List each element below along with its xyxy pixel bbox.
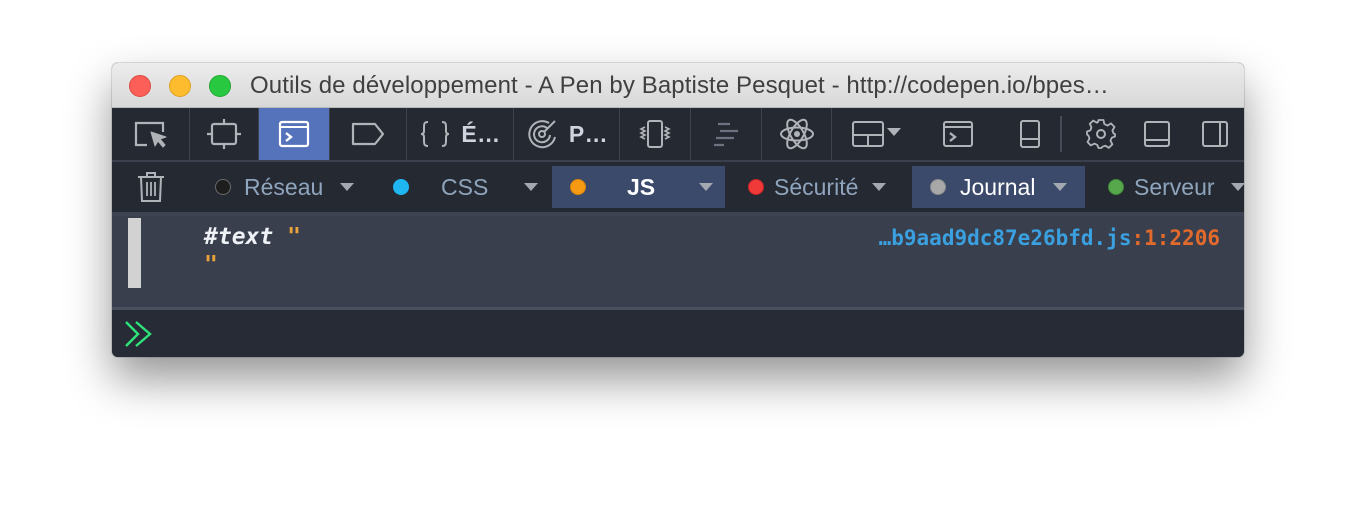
layout-dropdown-button[interactable] [832,108,922,160]
dock-device-button[interactable] [994,108,1066,160]
waterfall-icon [714,122,738,147]
gear-icon [1086,119,1116,149]
debugger-tab[interactable] [330,108,407,160]
braces-icon [421,121,450,147]
serveur-dot-icon [1108,179,1124,195]
dock-side-button[interactable] [1194,108,1236,160]
title-bar: Outils de développement - A Pen by Bapti… [112,63,1244,108]
split-console-icon [943,121,973,147]
devtools-toolbar: É… P… [112,108,1244,162]
window-title: Outils de développement - A Pen by Bapti… [250,72,1109,99]
chevrons-right-icon [125,321,152,347]
console-filter-bar: Réseau CSS JS Sécurité Journal Serveur [112,162,1244,216]
responsive-design-button[interactable] [620,108,691,160]
chevron-down-icon[interactable] [524,183,539,191]
dock-device-icon [1020,120,1040,148]
toolbar-separator [1060,116,1062,152]
chevron-down-icon[interactable] [1053,183,1068,191]
layout-dropdown-icon [852,121,901,147]
chevron-down-icon[interactable] [872,183,887,191]
chevron-down-icon[interactable] [1230,183,1244,191]
devtools-window: Outils de développement - A Pen by Bapti… [112,63,1244,357]
dock-bottom-icon [1144,121,1170,147]
filter-css-label: CSS [441,173,489,200]
chevron-down-icon[interactable] [340,183,355,191]
filter-serveur-label: Serveur [1134,173,1215,200]
performance-tab[interactable]: P… [514,108,620,160]
clear-console-button[interactable] [136,166,166,208]
source-line: :1:2206 [1131,226,1220,250]
performance-label: P… [568,120,609,147]
react-devtools-button[interactable] [762,108,832,160]
settings-button[interactable] [1066,108,1136,160]
inspector-icon [207,119,241,149]
filter-css[interactable]: CSS [393,166,550,208]
filter-js[interactable]: JS [552,166,725,208]
chevron-down-icon[interactable] [699,183,714,191]
style-editor-tab[interactable]: É… [407,108,514,160]
dock-side-icon [1202,121,1228,147]
filter-journal-label: Journal [960,173,1036,200]
css-dot-icon [393,179,409,195]
inspector-tab[interactable] [190,108,259,160]
react-icon [779,118,814,150]
filter-js-label: JS [627,173,656,200]
filter-reseau[interactable]: Réseau [215,166,365,208]
filter-serveur[interactable]: Serveur [1108,166,1244,208]
dock-bottom-button[interactable] [1136,108,1178,160]
message-gutter [128,218,141,288]
waterfall-button[interactable] [691,108,762,160]
string-quote-open: " [287,224,301,250]
maximize-window-button[interactable] [209,75,231,97]
element-picker-button[interactable] [112,108,190,160]
console-output: #text " " …b9aad9dc87e26bfd.js:1:2206 [112,216,1244,310]
filter-securite-label: Sécurité [774,173,859,200]
element-picker-icon [134,121,166,148]
debugger-icon [351,122,385,146]
js-dot-icon [570,179,586,195]
message-source-link[interactable]: …b9aad9dc87e26bfd.js:1:2206 [879,226,1220,250]
string-quote-close: " [204,252,218,278]
reseau-dot-icon [215,179,231,195]
filter-journal[interactable]: Journal [912,166,1085,208]
node-name: #text [204,224,274,250]
console-input-row[interactable] [112,310,1244,357]
performance-icon [528,120,556,149]
filter-securite[interactable]: Sécurité [748,166,903,208]
filter-reseau-label: Réseau [244,173,324,200]
split-console-button[interactable] [922,108,994,160]
console-tab[interactable] [259,108,330,160]
trash-icon [138,172,164,202]
journal-dot-icon [930,179,946,195]
console-icon [278,120,310,148]
securite-dot-icon [748,179,764,195]
close-window-button[interactable] [129,75,151,97]
minimize-window-button[interactable] [169,75,191,97]
responsive-design-icon [639,120,671,148]
source-file: …b9aad9dc87e26bfd.js [878,226,1132,250]
log-message[interactable]: #text " [204,224,301,250]
style-editor-label: É… [461,120,501,147]
